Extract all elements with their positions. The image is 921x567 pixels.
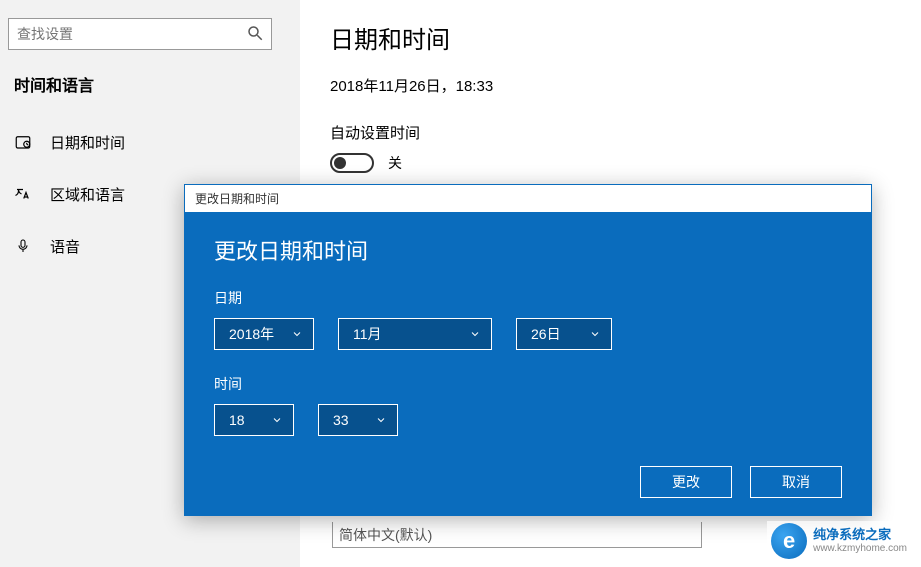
dialog-heading: 更改日期和时间: [214, 234, 842, 266]
remnant-text: 简体中文(默认): [339, 525, 432, 545]
month-value: 11月: [353, 324, 382, 344]
hour-select[interactable]: 18: [214, 404, 294, 436]
search-input[interactable]: [8, 18, 272, 50]
current-datetime: 2018年11月26日，18:33: [330, 75, 891, 96]
globe-language-icon: [14, 185, 32, 203]
sidebar-title: 时间和语言: [14, 72, 292, 96]
watermark-brand: 纯净系统之家: [813, 528, 907, 542]
sidebar-item-label: 语音: [50, 236, 80, 257]
auto-time-toggle-row: 关: [330, 153, 891, 173]
year-value: 2018年: [229, 324, 274, 344]
dialog-body: 更改日期和时间 日期 2018年 11月 26日 时间: [184, 212, 872, 516]
year-select[interactable]: 2018年: [214, 318, 314, 350]
month-select[interactable]: 11月: [338, 318, 492, 350]
day-select[interactable]: 26日: [516, 318, 612, 350]
sidebar-item-label: 区域和语言: [50, 184, 125, 205]
dialog-button-row: 更改 取消: [214, 466, 842, 498]
ok-button[interactable]: 更改: [640, 466, 732, 498]
toggle-knob: [334, 157, 346, 169]
chevron-down-icon: [469, 328, 481, 340]
time-combo-row: 18 33: [214, 404, 842, 436]
watermark-url: www.kzmyhome.com: [813, 543, 907, 554]
cancel-button[interactable]: 取消: [750, 466, 842, 498]
sidebar-item-date-time[interactable]: 日期和时间: [8, 120, 292, 164]
chevron-down-icon: [375, 414, 387, 426]
page-title: 日期和时间: [330, 20, 891, 55]
minute-value: 33: [333, 412, 349, 428]
search-icon[interactable]: [246, 24, 264, 42]
hour-value: 18: [229, 412, 245, 428]
change-datetime-dialog: 更改日期和时间 更改日期和时间 日期 2018年 11月 26日: [184, 184, 872, 516]
auto-time-toggle[interactable]: [330, 153, 374, 173]
date-combo-row: 2018年 11月 26日: [214, 318, 842, 350]
sidebar-item-label: 日期和时间: [50, 132, 125, 153]
chevron-down-icon: [589, 328, 601, 340]
date-label: 日期: [214, 288, 842, 308]
watermark: e 纯净系统之家 www.kzmyhome.com: [767, 521, 911, 561]
minute-select[interactable]: 33: [318, 404, 398, 436]
time-label: 时间: [214, 374, 842, 394]
chevron-down-icon: [291, 328, 303, 340]
clock-icon: [14, 133, 32, 151]
language-select-remnant[interactable]: 简体中文(默认): [332, 522, 702, 548]
chevron-down-icon: [271, 414, 283, 426]
auto-time-label: 自动设置时间: [330, 122, 891, 143]
watermark-logo: e: [771, 523, 807, 559]
dialog-titlebar-text: 更改日期和时间: [195, 190, 279, 207]
day-value: 26日: [531, 324, 561, 344]
dialog-titlebar[interactable]: 更改日期和时间: [184, 184, 872, 212]
mic-icon: [14, 237, 32, 255]
search-wrapper: [8, 18, 272, 50]
auto-time-state: 关: [388, 153, 402, 173]
